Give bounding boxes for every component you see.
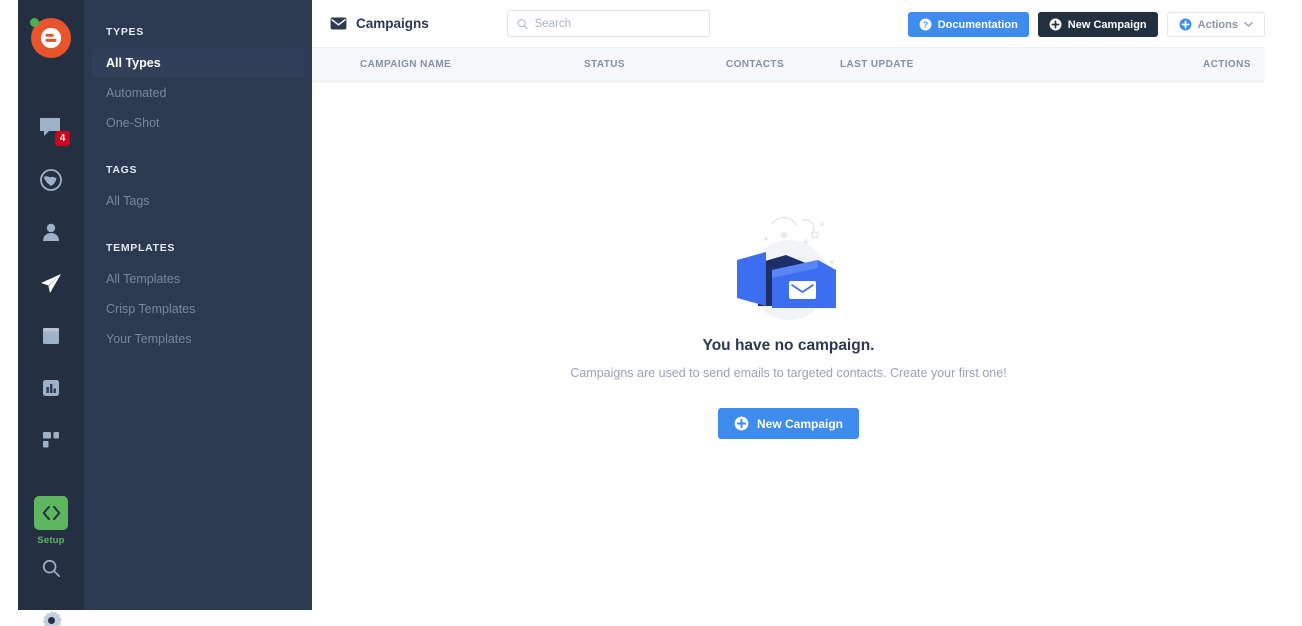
column-header-status: STATUS	[584, 59, 625, 70]
new-campaign-button-top-label: New Campaign	[1067, 18, 1147, 31]
paper-plane-icon	[41, 274, 61, 293]
search-box[interactable]	[506, 10, 710, 37]
chevron-down-icon	[1244, 21, 1253, 27]
new-campaign-button-empty[interactable]: New Campaign	[717, 408, 859, 439]
rail-bottom-group	[29, 546, 73, 626]
actions-button-label: Actions	[1197, 18, 1238, 31]
actions-button[interactable]: Actions	[1166, 12, 1265, 37]
sidebar-heading-types: TYPES	[106, 26, 144, 38]
search-icon	[42, 559, 61, 578]
documentation-button-label: Documentation	[937, 18, 1018, 31]
empty-state: You have no campaign. Campaigns are used…	[312, 83, 1265, 533]
open-box-with-envelope-illustration	[736, 216, 836, 320]
empty-state-subtitle: Campaigns are used to send emails to tar…	[570, 366, 1007, 380]
chat-unread-badge: 4	[55, 131, 70, 146]
plus-circle-icon	[734, 416, 749, 431]
sidebar-item-one-shot[interactable]: One-Shot	[84, 108, 312, 138]
rail-item-contacts[interactable]	[29, 210, 73, 254]
sidebar-item-automated[interactable]: Automated	[84, 78, 312, 108]
new-campaign-button-empty-label: New Campaign	[756, 416, 843, 431]
sidebar-item-all-tags[interactable]: All Tags	[84, 186, 312, 216]
documentation-button[interactable]: ? Documentation	[907, 12, 1029, 37]
new-campaign-button-top[interactable]: New Campaign	[1037, 12, 1158, 37]
blogger-b-glyph	[40, 27, 62, 49]
empty-state-title: You have no campaign.	[702, 337, 875, 354]
rail-item-campaigns[interactable]	[29, 262, 73, 306]
plus-circle-icon	[1049, 18, 1062, 31]
column-header-last-update: LAST UPDATE	[840, 59, 914, 70]
column-header-contacts: CONTACTS	[726, 59, 785, 70]
search-icon	[517, 18, 528, 29]
svg-text:?: ?	[923, 20, 928, 30]
question-circle-icon: ?	[919, 18, 932, 31]
main-content: Campaigns ? Documentation	[312, 0, 1302, 626]
plus-circle-icon	[1179, 18, 1192, 31]
search-input[interactable]	[534, 17, 700, 30]
page-title: Campaigns	[330, 16, 429, 31]
gear-icon	[42, 610, 62, 626]
column-header-actions: ACTIONS	[1203, 59, 1251, 70]
top-action-buttons: ? Documentation New Campaign Actions	[907, 12, 1265, 37]
rail-item-plugins[interactable]	[29, 418, 73, 462]
rail-item-search[interactable]	[29, 546, 73, 590]
bar-chart-icon	[43, 380, 59, 396]
rail-item-helpdesk[interactable]	[29, 314, 73, 358]
online-status-dot	[30, 18, 39, 27]
sidebar-item-all-templates[interactable]: All Templates	[84, 264, 312, 294]
page-title-text: Campaigns	[356, 16, 429, 31]
empty-state-illustration	[714, 208, 864, 323]
book-icon	[43, 328, 59, 344]
avatar[interactable]	[30, 18, 71, 58]
sidebar-item-your-templates[interactable]: Your Templates	[84, 324, 312, 354]
sidebar-heading-tags: TAGS	[106, 164, 138, 176]
app-root: 4 Setup TYPES All Types Automated One-Sh…	[0, 0, 1302, 626]
rail-icon-list: 4	[29, 106, 73, 470]
rail-item-globe[interactable]	[29, 158, 73, 202]
rail-item-analytics[interactable]	[29, 366, 73, 410]
plugins-grid-icon	[43, 432, 59, 448]
user-icon	[43, 223, 59, 241]
rail-item-settings[interactable]	[29, 598, 73, 626]
envelope-icon	[330, 17, 347, 30]
sidebar-item-all-types[interactable]: All Types	[92, 48, 304, 78]
top-bar: Campaigns ? Documentation	[312, 0, 1265, 48]
rail-item-setup[interactable]: Setup	[34, 496, 68, 546]
setup-icon-box	[34, 496, 68, 530]
primary-icon-rail: 4 Setup	[18, 0, 84, 626]
sidebar-item-crisp-templates[interactable]: Crisp Templates	[84, 294, 312, 324]
code-brackets-icon	[42, 505, 60, 521]
globe-icon	[40, 169, 62, 191]
setup-label: Setup	[37, 535, 65, 546]
rail-item-chat[interactable]: 4	[29, 106, 73, 150]
sidebar-heading-templates: TEMPLATES	[106, 242, 176, 254]
column-header-campaign-name: CAMPAIGN NAME	[360, 59, 452, 70]
secondary-sidebar: TYPES All Types Automated One-Shot TAGS …	[84, 0, 312, 610]
table-header-row: CAMPAIGN NAME STATUS CONTACTS LAST UPDAT…	[312, 48, 1265, 82]
